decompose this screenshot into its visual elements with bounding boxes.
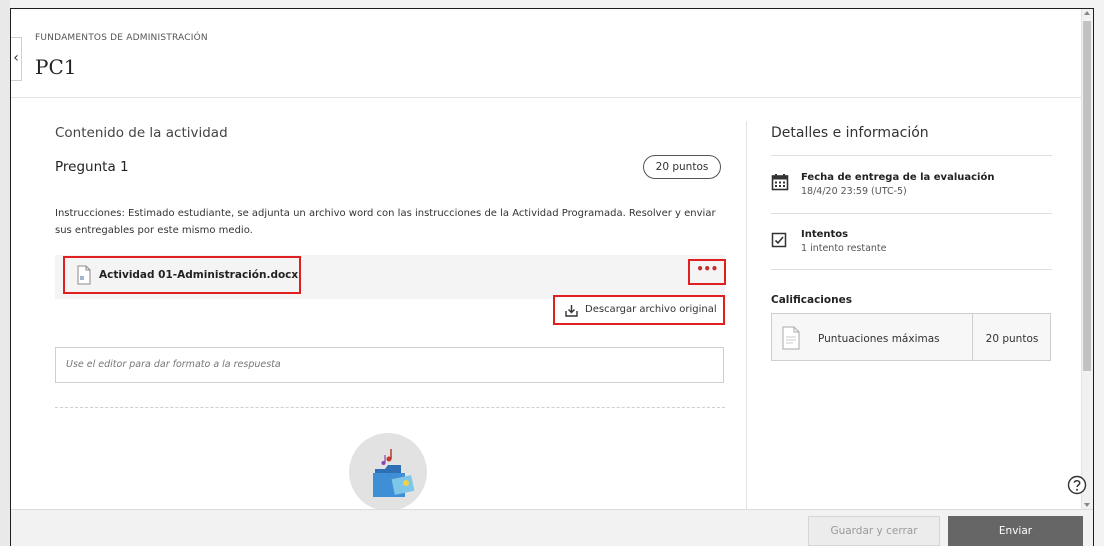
help-icon[interactable] bbox=[1067, 475, 1087, 495]
footer-bar: Guardar y cerrar Enviar bbox=[11, 509, 1093, 546]
header-divider bbox=[11, 97, 1081, 98]
section-title: Contenido de la actividad bbox=[55, 125, 228, 141]
attachment-row: Actividad 01-Administración.docx ••• bbox=[55, 255, 726, 299]
back-button[interactable]: ‹ bbox=[11, 37, 22, 81]
background-strip bbox=[0, 0, 10, 546]
max-score-label: Puntuaciones máximas bbox=[818, 333, 940, 345]
column-divider bbox=[746, 121, 747, 511]
scroll-down-arrow-icon[interactable] bbox=[1084, 503, 1090, 507]
attempts-title: Intentos bbox=[801, 229, 849, 240]
save-and-close-button[interactable]: Guardar y cerrar bbox=[808, 516, 940, 546]
attachment-file-name[interactable]: Actividad 01-Administración.docx bbox=[99, 269, 298, 281]
calendar-icon bbox=[771, 174, 789, 191]
answer-editor[interactable]: Use el editor para dar formato a la resp… bbox=[55, 347, 724, 383]
question-title: Pregunta 1 bbox=[55, 159, 129, 175]
content-divider bbox=[55, 407, 725, 408]
page-title: PC1 bbox=[35, 55, 77, 79]
max-score-value: 20 puntos bbox=[985, 333, 1039, 345]
assessment-panel: ‹ FUNDAMENTOS DE ADMINISTRACIÓN PC1 Cont… bbox=[10, 8, 1094, 546]
question-instructions: Instrucciones: Estimado estudiante, se a… bbox=[55, 208, 716, 236]
document-icon bbox=[782, 326, 800, 350]
more-options-button[interactable]: ••• bbox=[688, 259, 726, 285]
details-divider bbox=[771, 269, 1052, 270]
download-original-label: Descargar archivo original bbox=[585, 304, 717, 315]
due-date-title: Fecha de entrega de la evaluación bbox=[801, 172, 995, 183]
folder-illustration-icon bbox=[373, 449, 415, 497]
download-original-button[interactable]: Descargar archivo original bbox=[553, 295, 725, 325]
scroll-up-arrow-icon[interactable] bbox=[1084, 11, 1090, 15]
attempts-value: 1 intento restante bbox=[801, 243, 887, 254]
document-icon bbox=[77, 265, 91, 285]
scrollbar[interactable] bbox=[1081, 9, 1093, 511]
folder-illustration bbox=[349, 433, 427, 511]
details-divider bbox=[771, 155, 1052, 156]
course-name: FUNDAMENTOS DE ADMINISTRACIÓN bbox=[35, 33, 208, 43]
scroll-thumb[interactable] bbox=[1083, 21, 1091, 371]
attachment-file[interactable]: Actividad 01-Administración.docx bbox=[63, 256, 301, 294]
submit-button[interactable]: Enviar bbox=[948, 516, 1083, 546]
max-score-card: Puntuaciones máximas 20 puntos bbox=[771, 313, 1051, 361]
points-badge: 20 puntos bbox=[643, 155, 721, 179]
details-divider bbox=[771, 213, 1052, 214]
grades-title: Calificaciones bbox=[771, 294, 852, 306]
download-icon bbox=[565, 305, 578, 317]
checkbox-icon bbox=[771, 232, 787, 248]
details-title: Detalles e información bbox=[771, 125, 929, 141]
due-date-value: 18/4/20 23:59 (UTC-5) bbox=[801, 186, 907, 197]
